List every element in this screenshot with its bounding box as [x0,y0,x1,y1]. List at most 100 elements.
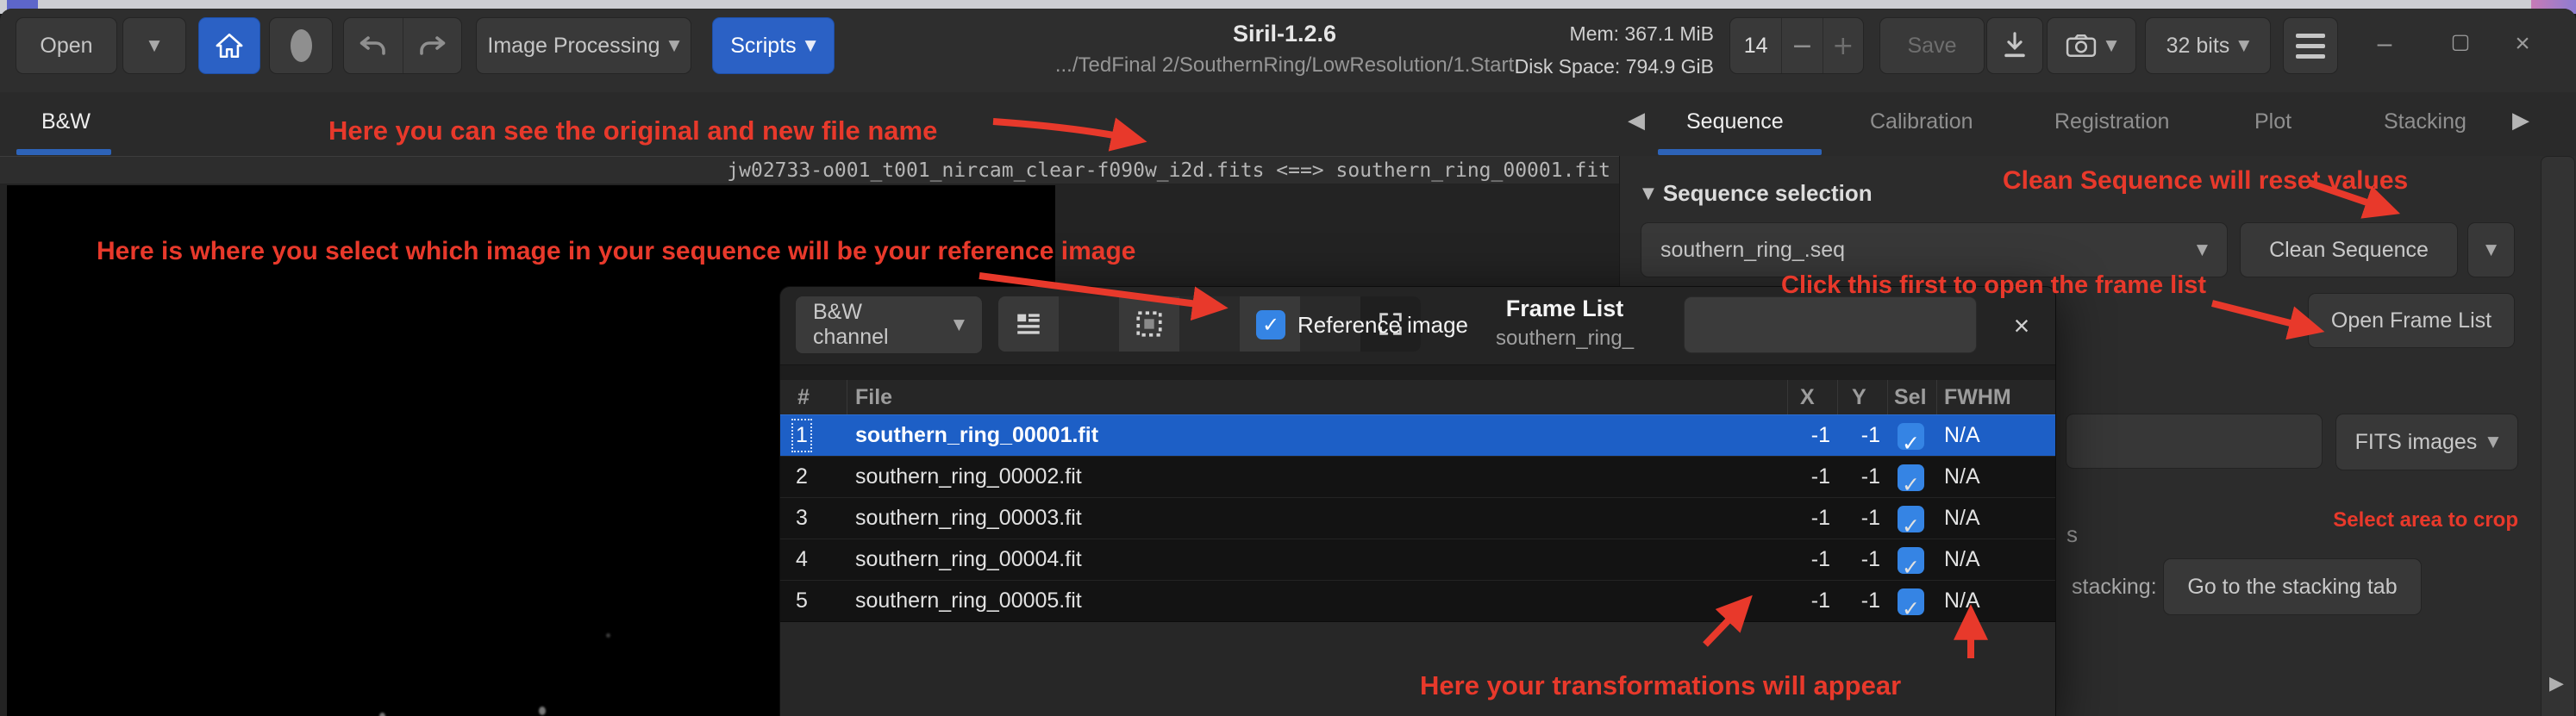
annotation-filename: Here you can see the original and new fi… [328,115,937,146]
dialog-subtitle: southern_ring_ [1461,327,1668,351]
tab-sequence[interactable]: Sequence [1686,109,1784,134]
row-fwhm: N/A [1944,588,1980,613]
row-selected-checkbox[interactable]: ✓ [1898,547,1924,574]
col-header-y[interactable]: Y [1852,385,1866,410]
channel-dropdown[interactable]: B&W channel ▼ [795,296,983,354]
row-fwhm: N/A [1944,423,1980,448]
list-view-button[interactable] [998,296,1059,352]
open-frame-list-button[interactable]: Open Frame List [2308,293,2515,348]
dialog-footer [780,621,2055,716]
fits-images-dropdown[interactable]: FITS images ▼ [2335,414,2518,470]
sequence-selection-expander[interactable]: ▼ Sequence selection [1642,180,1873,207]
panel-scrollbar[interactable] [2541,156,2575,716]
reference-image-checkbox[interactable]: ✓ [1256,310,1285,339]
bit-depth-dropdown[interactable]: 32 bits ▼ [2145,17,2271,74]
frame-list-dialog: B&W channel ▼ [779,286,2056,716]
tab-registration[interactable]: Registration [2054,109,2169,134]
row-selected-checkbox[interactable]: ✓ [1898,464,1924,491]
sequence-name-input[interactable] [2066,414,2323,469]
table-row[interactable]: 2southern_ring_00002.fit-1-1✓N/A [780,456,2055,497]
minus-button[interactable]: − [1782,18,1822,73]
maximize-button[interactable]: ▢ [2442,29,2479,54]
tab-bw[interactable]: B&W [41,109,91,134]
search-input[interactable] [1705,312,1986,339]
frame-table-header: # File X Y Sel FWHM [780,380,2055,415]
selection-grid-button[interactable] [1119,296,1179,352]
annotation-clean: Clean Sequence will reset values [2003,166,2408,196]
siril-app: Open ▼ [0,0,2576,716]
image-processing-button[interactable]: Image Processing ▼ [476,17,691,74]
camera-icon [2066,33,2097,59]
go-to-stacking-button[interactable]: Go to the stacking tab [2163,558,2422,615]
minimize-button[interactable]: – [2366,29,2404,59]
table-row[interactable]: 3southern_ring_00003.fit-1-1✓N/A [780,497,2055,539]
row-selected-checkbox[interactable]: ✓ [1898,588,1924,615]
row-number: 1 [796,423,808,448]
col-header-num[interactable]: # [797,385,810,410]
row-x-shift: -1 [1787,588,1830,613]
selection-grid-icon [1135,309,1164,339]
open-button[interactable]: Open [16,17,117,74]
menu-button[interactable] [2283,17,2338,74]
row-selected-checkbox[interactable]: ✓ [1898,506,1924,532]
tab-calibration[interactable]: Calibration [1870,109,1973,134]
save-button[interactable]: Save [1879,17,1985,74]
home-icon [215,31,244,60]
row-selected-checkbox[interactable]: ✓ [1898,423,1924,450]
row-fwhm: N/A [1944,464,1980,489]
memory-status: Mem: 367.1 MiB [1369,22,1714,46]
row-filename: southern_ring_00004.fit [855,547,1082,572]
undo-redo-group [343,17,462,74]
pane-expand-icon[interactable]: ▶ [2549,673,2564,694]
row-x-shift: -1 [1787,464,1830,489]
col-header-x[interactable]: X [1800,385,1815,410]
check-icon: ✓ [1902,431,1920,456]
col-header-sel[interactable]: Sel [1894,385,1927,410]
sequence-combobox[interactable]: southern_ring_.seq ▼ [1641,222,2228,277]
row-number: 3 [796,506,808,531]
chevron-down-icon: ▼ [2487,433,2498,451]
row-number: 4 [796,547,808,572]
table-row[interactable]: 1southern_ring_00001.fit-1-1✓N/A [780,414,2055,456]
col-header-fwhm[interactable]: FWHM [1944,385,2011,410]
open-dropdown-button[interactable]: ▼ [122,17,186,74]
row-fwhm: N/A [1944,506,1980,531]
record-button[interactable] [269,17,333,74]
row-filename: southern_ring_00001.fit [855,423,1098,448]
chevron-down-icon: ▼ [2485,241,2497,258]
tabs-scroll-right-icon[interactable]: ▶ [2512,108,2529,134]
row-fwhm: N/A [1944,547,1980,572]
save-as-button[interactable] [1986,17,2043,74]
chevron-down-icon: ▼ [148,37,159,54]
thread-spinner: 14 − + [1729,17,1864,74]
close-window-button[interactable]: × [2504,29,2542,59]
table-row[interactable]: 4 southern_ring_00004.fit -1 -1 ✓ N/A [780,539,2055,580]
tab-plot[interactable]: Plot [2254,109,2292,134]
dialog-close-button[interactable]: × [1999,306,2044,346]
reference-image-label: Reference image [1297,312,1468,339]
scripts-button[interactable]: Scripts ▼ [712,17,835,74]
undo-button[interactable] [344,18,403,73]
plus-button[interactable]: + [1823,18,1863,73]
row-x-shift: -1 [1787,547,1830,572]
record-icon [291,29,312,62]
row-x-shift: -1 [1787,506,1830,531]
annotation-transform: Here your transformations will appear [1420,670,1901,701]
snapshot-button[interactable]: ▼ [2047,17,2136,74]
table-row[interactable]: 5southern_ring_00005.fit-1-1✓N/A [780,580,2055,621]
tabs-scroll-left-icon[interactable]: ◀ [1628,108,1645,134]
col-header-file[interactable]: File [855,385,892,410]
search-box[interactable] [1684,296,1977,353]
clean-sequence-button[interactable]: Clean Sequence [2240,222,2458,277]
download-icon [2002,31,2028,60]
clean-sequence-options-button[interactable]: ▼ [2467,222,2515,277]
home-button[interactable] [198,17,260,74]
redo-button[interactable] [403,18,462,73]
list-icon [1014,309,1043,339]
close-icon: × [2014,310,2030,342]
tab-stacking[interactable]: Stacking [2384,109,2467,134]
chevron-down-icon: ▼ [2197,241,2208,258]
sequence-tab-underline [1658,149,1822,155]
row-y-shift: -1 [1837,547,1880,572]
spinner-value[interactable]: 14 [1730,18,1781,73]
